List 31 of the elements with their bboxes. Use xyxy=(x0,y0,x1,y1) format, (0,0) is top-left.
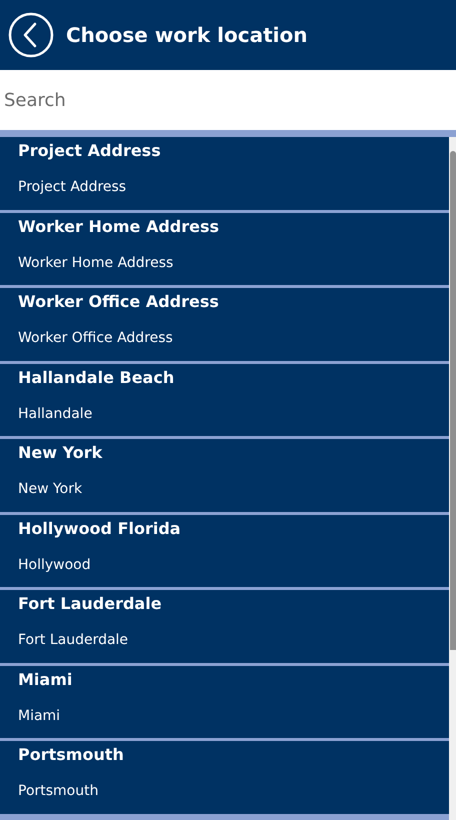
location-detail: New York xyxy=(18,480,84,499)
location-item[interactable]: Miami Miami xyxy=(0,666,449,741)
location-item[interactable]: Worker Office Address Worker Office Address xyxy=(0,288,449,364)
location-name: Hallandale Beach xyxy=(18,366,176,388)
location-detail: Project Address xyxy=(18,178,128,197)
location-detail: Hallandale xyxy=(18,404,94,424)
location-name: Worker Office Address xyxy=(18,291,220,313)
location-detail: Miami xyxy=(18,706,62,726)
location-detail: Worker Office Address xyxy=(18,329,174,348)
location-item[interactable]: New York New York xyxy=(0,439,449,514)
location-detail: Hollywood xyxy=(18,556,92,574)
location-name: New York xyxy=(18,442,104,464)
location-item[interactable]: Fort Lauderdale Fort Lauderdale xyxy=(0,590,449,666)
location-item[interactable]: Portsmouth Portsmouth xyxy=(0,741,449,816)
location-detail: Fort Lauderdale xyxy=(18,631,130,650)
location-item[interactable]: Project Address Project Address xyxy=(0,137,449,212)
location-name: Miami xyxy=(18,668,74,690)
back-button[interactable] xyxy=(8,12,54,58)
location-name: Hollywood Florida xyxy=(18,518,182,540)
scrollbar[interactable] xyxy=(449,137,456,820)
location-name: Portsmouth xyxy=(18,744,125,766)
back-icon xyxy=(8,12,54,58)
location-name: Project Address xyxy=(18,140,162,162)
location-detail: Worker Home Address xyxy=(18,254,174,272)
location-item[interactable]: Worker Home Address Worker Home Address xyxy=(0,212,449,288)
location-item[interactable]: Hallandale Beach Hallandale xyxy=(0,364,449,439)
location-name: Worker Home Address xyxy=(18,216,220,238)
location-name: Fort Lauderdale xyxy=(18,593,163,615)
location-detail: Portsmouth xyxy=(18,782,100,801)
page-title: Choose work location xyxy=(66,22,308,49)
location-item[interactable]: Hollywood Florida Hollywood xyxy=(0,514,449,590)
